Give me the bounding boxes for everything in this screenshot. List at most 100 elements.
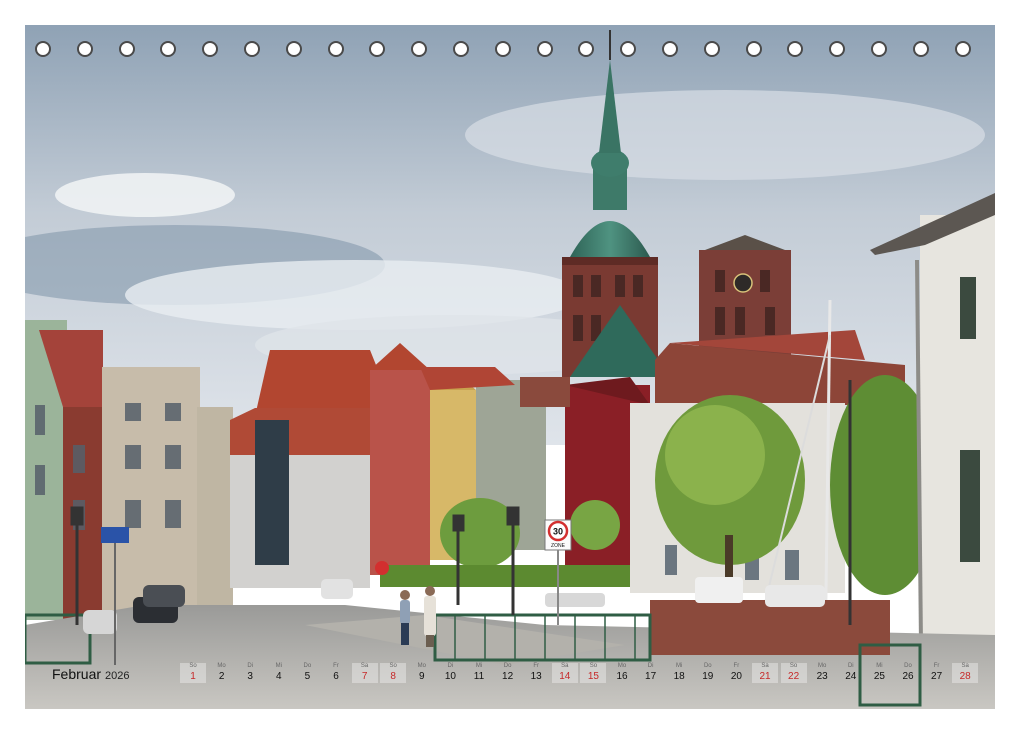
ring-hole [369, 41, 386, 57]
weekday-label: Mo [417, 663, 426, 669]
weekday-label: Mi [876, 663, 883, 669]
day-number: 17 [645, 671, 657, 682]
weekday-label: Mo [217, 663, 226, 669]
weekday-label: Mo [617, 663, 627, 669]
calendar-photo: 30 ZONE [25, 25, 995, 709]
weekday-label: Fr [533, 663, 540, 669]
ring-hole [871, 41, 887, 57]
binding-rings [25, 41, 995, 65]
weekday-label: So [789, 663, 798, 669]
building-tan [197, 407, 233, 617]
calendar-day: Sa 28 [952, 663, 979, 683]
day-number: 16 [616, 671, 628, 682]
day-number: 10 [444, 671, 456, 682]
calendar-day: Sa 21 [752, 663, 778, 683]
ring-hole [285, 41, 302, 57]
calendar-day: Di 17 [638, 663, 664, 683]
car [143, 585, 185, 607]
weekday-label: Fr [733, 663, 740, 669]
weekday-label: Di [247, 663, 254, 669]
weekday-label: Mi [676, 663, 683, 669]
calendar-day: Mi 18 [666, 663, 692, 683]
brick-wall [650, 600, 890, 655]
weekday-label: Mi [475, 663, 483, 669]
calendar-day: Mo 9 [409, 663, 435, 683]
zone-label: ZONE [551, 543, 566, 549]
day-number: 2 [218, 671, 225, 682]
ring-hole [118, 41, 135, 57]
ring-hole [327, 41, 344, 57]
weekday-label: Do [904, 663, 912, 669]
day-number: 13 [530, 671, 542, 682]
car [765, 585, 825, 607]
ring-hole [787, 41, 804, 57]
ring-hole [244, 41, 260, 57]
ring-hole [829, 41, 846, 57]
ring-hole [578, 41, 595, 57]
month-label: Februar 2026 [52, 666, 130, 682]
day-number: 22 [788, 671, 800, 682]
weekday-label: So [389, 663, 397, 669]
ring-hole [954, 41, 971, 57]
calendar-day: Do 26 [895, 663, 921, 683]
calendar-day: Mi 25 [866, 663, 892, 683]
day-number: 19 [702, 671, 714, 682]
harbor-street-scene: 30 ZONE [25, 25, 995, 709]
ring-hole [703, 41, 720, 57]
weekday-label: Mo [818, 663, 827, 669]
calendar-day: Mo 23 [809, 663, 835, 683]
day-number: 27 [931, 671, 943, 682]
calendar-day: So 8 [380, 663, 407, 683]
weekday-label: Mi [275, 663, 282, 669]
calendar-day: Sa 7 [351, 663, 378, 683]
calendar-day: Do 5 [294, 663, 320, 683]
day-number: 14 [559, 671, 571, 682]
ring-hole [76, 41, 93, 57]
day-number: 26 [902, 671, 914, 682]
day-number: 7 [361, 671, 368, 682]
calendar-day: So 15 [580, 663, 607, 683]
calendar-day: Mi 4 [266, 663, 292, 683]
building-red [370, 370, 430, 575]
day-number: 28 [959, 671, 971, 682]
weekday-label: So [189, 663, 197, 669]
calendar-day: Fr 6 [323, 663, 349, 683]
weekday-label: Sa [360, 663, 369, 669]
weekday-label: Do [703, 663, 712, 669]
tree [570, 500, 620, 550]
ring-hole [494, 41, 511, 57]
building-mid [520, 377, 570, 407]
calendar-day: Mi 11 [466, 663, 492, 683]
cloud [465, 90, 985, 180]
ring-hole [411, 41, 428, 57]
day-number: 20 [730, 671, 742, 682]
ring-hole [912, 41, 929, 57]
speed-limit-value: 30 [553, 527, 563, 537]
calendar-day: So 22 [780, 663, 807, 683]
info-sign [101, 527, 129, 543]
ring-hole [35, 41, 51, 57]
ring-hole [536, 41, 553, 57]
clock-icon [733, 273, 753, 293]
car [545, 593, 605, 607]
day-number: 6 [333, 671, 339, 682]
day-number: 9 [419, 671, 425, 682]
pedestrian [400, 590, 410, 645]
ring-hole [160, 41, 177, 57]
calendar-day: Di 10 [437, 663, 463, 683]
day-number: 18 [673, 671, 685, 682]
car [321, 579, 353, 599]
day-number: 1 [190, 671, 196, 682]
ring-hole [745, 41, 762, 57]
calendar-day: Do 19 [695, 663, 721, 683]
ring-hole [453, 41, 469, 57]
weekday-label: Fr [333, 663, 339, 669]
weekday-label: Do [303, 663, 312, 669]
calendar-day: Sa 14 [551, 663, 578, 683]
day-number: 11 [473, 671, 485, 682]
weekday-label: Di [447, 663, 454, 669]
weekday-label: Sa [561, 663, 569, 669]
day-number: 15 [587, 671, 599, 682]
day-number: 23 [816, 671, 828, 682]
weekday-label: Di [647, 663, 654, 669]
